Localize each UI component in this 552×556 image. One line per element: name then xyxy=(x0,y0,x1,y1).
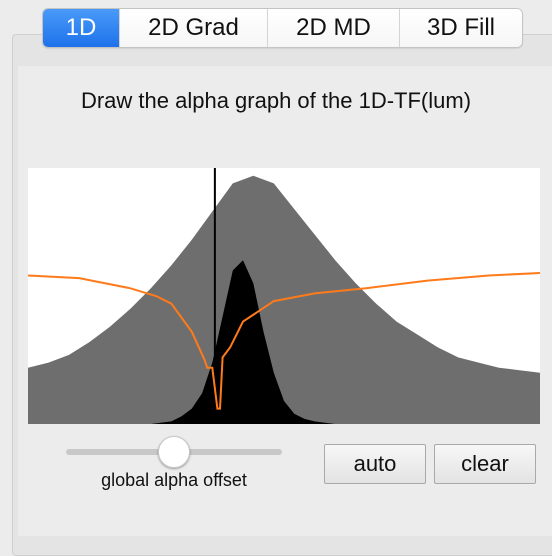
tab-2d-md[interactable]: 2D MD xyxy=(267,9,399,47)
tab-1d[interactable]: 1D xyxy=(43,9,119,47)
tf-graph-canvas[interactable] xyxy=(28,168,540,424)
auto-button[interactable]: auto xyxy=(324,444,426,484)
tab-2d-grad[interactable]: 2D Grad xyxy=(119,9,267,47)
tab-3d-fill[interactable]: 3D Fill xyxy=(399,9,522,47)
segmented-tab-control: 1D 2D Grad 2D MD 3D Fill xyxy=(42,8,523,48)
instruction-label: Draw the alpha graph of the 1D-TF(lum) xyxy=(80,88,472,113)
transfer-function-graph[interactable] xyxy=(28,168,540,424)
alpha-offset-slider-knob[interactable] xyxy=(158,436,190,468)
slider-label: global alpha offset xyxy=(101,470,247,490)
clear-button[interactable]: clear xyxy=(434,444,536,484)
